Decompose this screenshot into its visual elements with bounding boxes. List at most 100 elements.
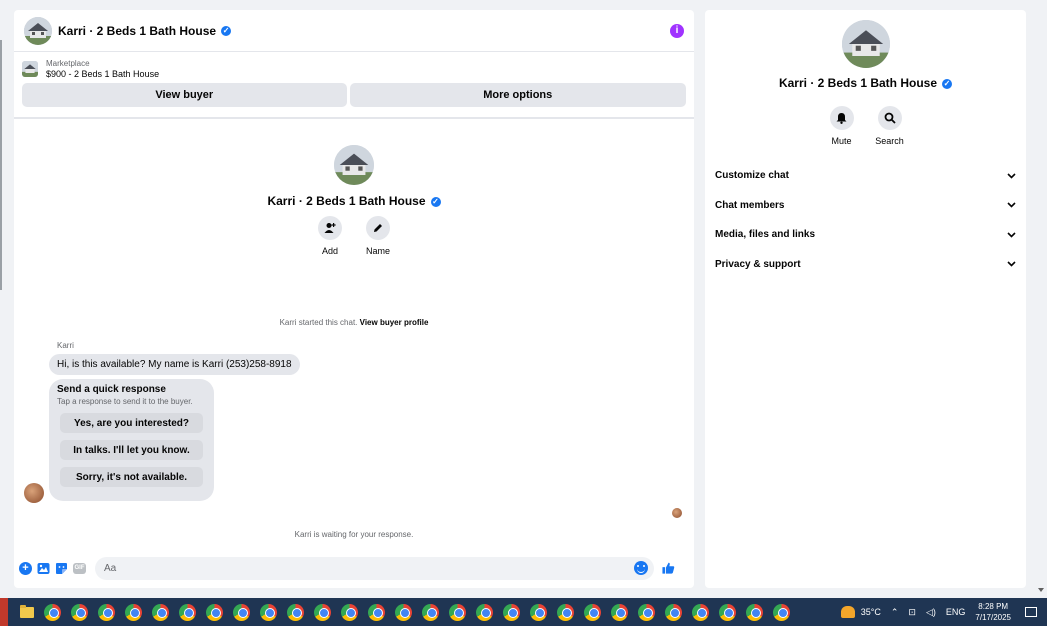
search-icon (877, 106, 902, 130)
more-options-button[interactable]: More options (349, 83, 686, 107)
house-photo-icon (22, 61, 38, 77)
gif-button[interactable]: GIF (73, 562, 86, 575)
chrome-taskbar-icon[interactable] (746, 603, 763, 621)
menu-item-label: Customize chat (715, 170, 789, 182)
quick-response-option[interactable]: Yes, are you interested? (60, 413, 203, 433)
listing-row[interactable]: Marketplace $900 - 2 Beds 1 Bath House (22, 59, 686, 79)
thumbs-up-icon (662, 562, 675, 574)
speaker-icon[interactable]: ◁) (926, 607, 936, 618)
more-actions-button[interactable]: + (19, 561, 32, 575)
quick-response-option[interactable]: In talks. I'll let you know. (60, 440, 203, 460)
view-buyer-button[interactable]: View buyer (22, 83, 347, 107)
menu-media-files-links[interactable]: Media, files and links (715, 220, 1016, 250)
menu-chat-members[interactable]: Chat members (715, 191, 1016, 221)
chevron-down-icon (1007, 173, 1016, 179)
listing-category: Marketplace (46, 59, 90, 68)
profile-avatar[interactable] (334, 145, 374, 185)
view-buyer-profile-link[interactable]: View buyer profile (360, 318, 429, 327)
chrome-taskbar-icon[interactable] (449, 603, 466, 621)
menu-customize-chat[interactable]: Customize chat (715, 161, 1016, 191)
chat-title-text: Karri · 2 Beds 1 Bath House (58, 23, 217, 38)
mute-button[interactable]: Mute (829, 106, 854, 146)
composer: + GIF Aa (14, 556, 694, 580)
listing-buttons: View buyer More options (22, 83, 686, 107)
chrome-taskbar-icon[interactable] (71, 603, 88, 621)
sender-avatar[interactable] (24, 483, 44, 503)
menu-item-label: Privacy & support (715, 258, 801, 270)
quick-response-subtitle: Tap a response to send it to the buyer. (57, 397, 193, 406)
sticker-button[interactable] (55, 562, 68, 575)
pencil-icon (366, 216, 390, 240)
details-name: Karri · 2 Beds 1 Bath House ✓ (705, 76, 1026, 90)
chrome-taskbar-icon[interactable] (152, 603, 169, 621)
chrome-taskbar-icon[interactable] (665, 603, 682, 621)
details-name-text: Karri · 2 Beds 1 Bath House (778, 76, 938, 90)
chrome-taskbar-icon[interactable] (44, 603, 61, 621)
emoji-icon[interactable] (634, 560, 648, 575)
start-button[interactable] (0, 598, 8, 626)
chrome-taskbar-icon[interactable] (719, 603, 736, 621)
chrome-taskbar-icon[interactable] (557, 603, 574, 621)
chrome-taskbar-icon[interactable] (530, 603, 547, 621)
chrome-taskbar-icon[interactable] (233, 603, 250, 621)
chrome-taskbar-icon[interactable] (395, 603, 412, 621)
chrome-taskbar-icon[interactable] (206, 603, 223, 621)
temperature[interactable]: 35°C (861, 607, 881, 617)
chrome-taskbar-icon[interactable] (476, 603, 493, 621)
name-label: Name (365, 246, 390, 256)
info-button[interactable]: i (670, 23, 684, 38)
chat-header: Karri · 2 Beds 1 Bath House ✓ i (14, 10, 694, 52)
house-avatar[interactable] (24, 16, 52, 45)
seen-indicator-avatar (672, 508, 682, 518)
chat-panel: Karri · 2 Beds 1 Bath House ✓ i Marketpla… (14, 10, 694, 588)
network-icon[interactable]: ⊡ (908, 607, 916, 618)
chrome-taskbar-icon[interactable] (773, 603, 790, 621)
file-explorer-icon[interactable] (20, 604, 34, 618)
chrome-taskbar-icon[interactable] (98, 603, 115, 621)
search-label: Search (875, 136, 904, 146)
weather-icon[interactable] (840, 606, 855, 618)
gif-icon: GIF (73, 562, 86, 574)
chrome-taskbar-icon[interactable] (584, 603, 601, 621)
notification-icon[interactable] (1025, 607, 1037, 617)
search-button[interactable]: Search (875, 106, 904, 146)
clock-time: 8:28 PM (978, 602, 1009, 611)
details-profile: Karri · 2 Beds 1 Bath House ✓ Mute Search (705, 20, 1026, 146)
chrome-taskbar-icon[interactable] (611, 603, 628, 621)
like-button[interactable] (662, 562, 675, 575)
message-bubble[interactable]: Hi, is this available? My name is Karri … (49, 354, 300, 375)
chrome-taskbar-icon[interactable] (260, 603, 277, 621)
verified-badge-icon: ✓ (942, 78, 953, 89)
message-input[interactable]: Aa (95, 556, 654, 580)
details-avatar[interactable] (841, 20, 890, 68)
name-button[interactable]: Name (366, 216, 390, 256)
chrome-taskbar-icon[interactable] (692, 603, 709, 621)
scroll-down-arrow-icon[interactable] (1038, 588, 1044, 592)
attach-media-button[interactable] (37, 562, 50, 575)
chrome-taskbar-icon[interactable] (314, 603, 331, 621)
details-menu: Customize chat Chat members Media, files… (705, 161, 1026, 279)
verified-badge-icon: ✓ (430, 196, 441, 207)
language-indicator[interactable]: ENG (946, 607, 966, 617)
add-label: Add (321, 246, 338, 256)
chrome-taskbar-icon[interactable] (125, 603, 142, 621)
chrome-taskbar-icon[interactable] (638, 603, 655, 621)
tray-chevron-up-icon[interactable]: ⌃ (891, 607, 899, 618)
chevron-down-icon (1007, 232, 1016, 238)
chrome-taskbar-icon[interactable] (179, 603, 196, 621)
house-photo-icon (334, 145, 374, 185)
chrome-taskbar-icon[interactable] (368, 603, 385, 621)
chrome-taskbar-icon[interactable] (503, 603, 520, 621)
chrome-taskbar-icon[interactable] (287, 603, 304, 621)
message-input-placeholder: Aa (104, 562, 117, 574)
clock[interactable]: 8:28 PM 7/17/2025 (975, 601, 1011, 623)
listing-thumbnail (22, 61, 38, 77)
window-edge (0, 0, 3, 600)
window-edge-mark (0, 40, 2, 290)
menu-privacy-support[interactable]: Privacy & support (715, 250, 1016, 280)
add-button[interactable]: Add (318, 216, 342, 256)
quick-response-option[interactable]: Sorry, it's not available. (60, 467, 203, 487)
chrome-taskbar-icon[interactable] (341, 603, 358, 621)
chrome-taskbar-icon[interactable] (422, 603, 439, 621)
waiting-notice: Karri is waiting for your response. (294, 530, 414, 539)
